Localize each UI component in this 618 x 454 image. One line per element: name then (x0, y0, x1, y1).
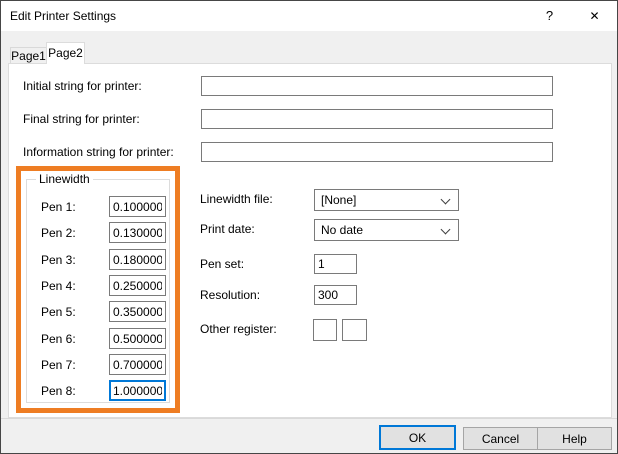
pen8-input[interactable] (109, 380, 166, 401)
help-button[interactable]: Help (537, 427, 612, 450)
pen1-label: Pen 1: (41, 200, 76, 214)
titlebar: Edit Printer Settings ? ✕ (1, 1, 617, 31)
pen5-label: Pen 5: (41, 305, 76, 319)
chevron-down-icon (441, 225, 451, 235)
linewidth-group-title: Linewidth (36, 172, 93, 186)
pen3-input[interactable] (109, 249, 166, 270)
pen4-label: Pen 4: (41, 279, 76, 293)
edit-printer-settings-dialog: Edit Printer Settings ? ✕ Page1 Page2 In… (0, 0, 618, 454)
tab-page2[interactable]: Page2 (46, 42, 85, 64)
pen-set-label: Pen set: (200, 257, 244, 271)
pen6-label: Pen 6: (41, 332, 76, 346)
initial-string-input[interactable] (201, 76, 553, 96)
tab-page1-label: Page1 (11, 49, 46, 63)
help-icon: ? (546, 8, 553, 23)
tab-page2-label: Page2 (48, 46, 83, 60)
other-register-label: Other register: (200, 322, 277, 336)
pen2-label: Pen 2: (41, 226, 76, 240)
pen7-label: Pen 7: (41, 358, 76, 372)
print-date-dropdown[interactable]: No date (314, 219, 459, 241)
pen6-input[interactable] (109, 328, 166, 349)
pen5-input[interactable] (109, 301, 166, 322)
pen-set-input[interactable] (314, 254, 357, 274)
print-date-label: Print date: (200, 222, 255, 236)
print-date-value: No date (321, 220, 363, 240)
pen3-label: Pen 3: (41, 253, 76, 267)
other-register-input-1[interactable] (313, 319, 337, 341)
tab-page1[interactable]: Page1 (10, 47, 47, 64)
close-icon: ✕ (589, 9, 599, 23)
cancel-button[interactable]: Cancel (463, 427, 538, 450)
linewidth-file-label: Linewidth file: (200, 192, 273, 206)
other-register-input-2[interactable] (342, 319, 367, 341)
final-string-input[interactable] (201, 109, 553, 129)
linewidth-file-value: [None] (321, 190, 356, 210)
final-string-label: Final string for printer: (23, 112, 140, 126)
pen2-input[interactable] (109, 222, 166, 243)
ok-button[interactable]: OK (379, 425, 456, 450)
linewidth-file-dropdown[interactable]: [None] (314, 189, 459, 211)
titlebar-close-button[interactable]: ✕ (572, 1, 617, 31)
pen4-input[interactable] (109, 275, 166, 296)
pen7-input[interactable] (109, 354, 166, 375)
chevron-down-icon (441, 195, 451, 205)
resolution-label: Resolution: (200, 288, 260, 302)
resolution-input[interactable] (314, 285, 357, 305)
titlebar-help-button[interactable]: ? (527, 1, 572, 31)
initial-string-label: Initial string for printer: (23, 79, 142, 93)
pen8-label: Pen 8: (41, 384, 76, 398)
information-string-label: Information string for printer: (23, 145, 174, 159)
window-title: Edit Printer Settings (10, 1, 116, 31)
information-string-input[interactable] (201, 142, 553, 162)
pen1-input[interactable] (109, 196, 166, 217)
